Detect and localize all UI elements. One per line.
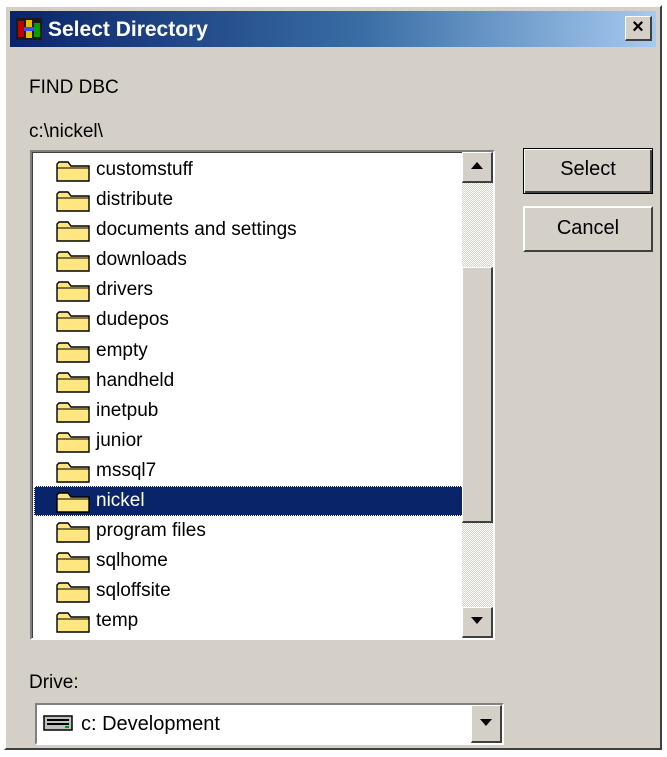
folder-name: mssql7 bbox=[96, 459, 157, 481]
folder-name: downloads bbox=[96, 249, 187, 271]
folder-icon bbox=[56, 462, 90, 483]
folder-item[interactable]: junior bbox=[34, 426, 464, 456]
current-path: c:\nickel\ bbox=[29, 121, 103, 142]
folder-icon bbox=[56, 402, 90, 423]
folder-item[interactable]: empty bbox=[34, 336, 464, 366]
folder-item[interactable]: sqlhome bbox=[34, 546, 464, 576]
directory-listbox[interactable]: customstuff distribute documents and setti… bbox=[30, 150, 495, 640]
title-bar[interactable]: Select Directory × bbox=[10, 11, 656, 47]
folder-item[interactable]: drivers bbox=[34, 275, 464, 305]
hard-drive-icon bbox=[43, 715, 73, 731]
folder-item[interactable]: program files bbox=[34, 516, 464, 546]
folder-name: junior bbox=[96, 429, 143, 451]
folder-item[interactable]: mssql7 bbox=[34, 456, 464, 486]
folder-icon bbox=[56, 221, 90, 242]
folder-item[interactable]: distribute bbox=[34, 185, 464, 215]
folder-icon bbox=[56, 191, 90, 212]
folder-icon bbox=[56, 432, 90, 453]
folder-name: nickel bbox=[96, 490, 145, 512]
folder-icon bbox=[56, 161, 90, 182]
drive-dropdown[interactable]: c: Development bbox=[35, 703, 504, 745]
scroll-up-button[interactable] bbox=[462, 152, 493, 183]
folder-item[interactable]: documents and settings bbox=[34, 215, 464, 245]
scrollbar-thumb[interactable] bbox=[462, 267, 493, 523]
folder-item[interactable]: dudepos bbox=[34, 305, 464, 335]
folder-icon bbox=[56, 552, 90, 573]
folder-icon bbox=[56, 281, 90, 303]
cancel-button[interactable]: Cancel bbox=[523, 206, 653, 252]
app-icon bbox=[16, 18, 42, 40]
folder-icon bbox=[56, 612, 90, 634]
folder-item[interactable]: inetpub bbox=[34, 396, 464, 426]
prompt-text: FIND DBC bbox=[29, 77, 119, 98]
close-icon: × bbox=[632, 16, 644, 38]
folder-name: customstuff bbox=[96, 159, 193, 180]
folder-icon bbox=[56, 522, 90, 543]
folder-name: temp bbox=[96, 610, 139, 632]
folder-icon bbox=[56, 311, 90, 333]
select-directory-dialog: Select Directory × FIND DBC c:\nickel\ c… bbox=[4, 5, 662, 750]
window-title: Select Directory bbox=[48, 18, 208, 41]
folder-name: drivers bbox=[96, 279, 154, 301]
folder-name: empty bbox=[96, 339, 148, 361]
drive-dropdown-button[interactable] bbox=[471, 705, 502, 743]
folder-item[interactable]: handheld bbox=[34, 366, 464, 396]
folder-icon bbox=[56, 251, 90, 272]
scroll-down-button[interactable] bbox=[462, 607, 493, 638]
vertical-scrollbar[interactable] bbox=[462, 152, 493, 638]
arrow-up-icon bbox=[471, 162, 483, 169]
folder-name: program files bbox=[96, 520, 206, 542]
folder-item[interactable]: customstuff bbox=[34, 155, 464, 185]
drive-label: Drive: bbox=[29, 672, 79, 693]
folder-item[interactable]: sqloffsite bbox=[34, 576, 464, 606]
select-button[interactable]: Select bbox=[523, 148, 653, 194]
folder-item[interactable]: temp bbox=[34, 606, 464, 636]
folder-icon bbox=[56, 341, 90, 363]
folder-list[interactable]: customstuff distribute documents and setti… bbox=[34, 155, 464, 637]
arrow-down-icon bbox=[471, 617, 483, 624]
close-button[interactable]: × bbox=[625, 16, 652, 41]
folder-icon bbox=[56, 492, 90, 513]
folder-name: sqlhome bbox=[96, 550, 168, 572]
folder-name: handheld bbox=[96, 369, 175, 391]
drive-value: c: Development bbox=[81, 713, 220, 735]
folder-name: inetpub bbox=[96, 399, 159, 421]
folder-item[interactable]: nickel bbox=[34, 486, 464, 517]
folder-name: distribute bbox=[96, 189, 174, 211]
folder-name: sqloffsite bbox=[96, 580, 171, 602]
folder-item[interactable]: downloads bbox=[34, 245, 464, 275]
folder-name: documents and settings bbox=[96, 219, 297, 241]
folder-icon bbox=[56, 371, 90, 393]
folder-name: dudepos bbox=[96, 309, 169, 331]
folder-icon bbox=[56, 582, 90, 604]
chevron-down-icon bbox=[480, 719, 492, 726]
